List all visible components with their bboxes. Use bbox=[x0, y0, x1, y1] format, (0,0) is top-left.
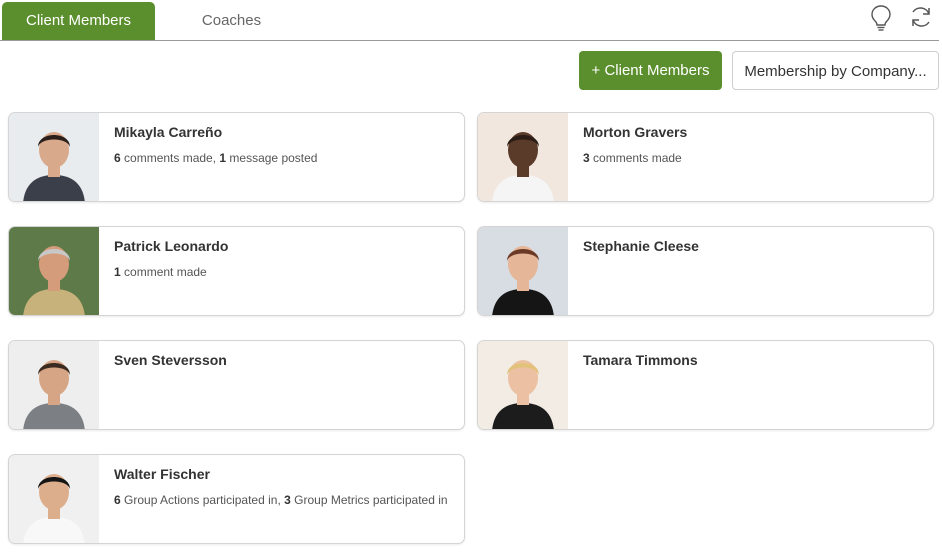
avatar bbox=[9, 227, 99, 315]
member-activity: 6 Group Actions participated in, 3 Group… bbox=[114, 493, 448, 507]
member-card[interactable]: Morton Gravers 3 comments made bbox=[477, 112, 934, 202]
tab-bar: Client Members Coaches bbox=[0, 0, 939, 41]
member-name: Mikayla Carreño bbox=[114, 124, 223, 140]
add-client-members-button[interactable]: + Client Members bbox=[579, 51, 722, 90]
activity-label: Group Metrics participated in bbox=[290, 493, 448, 507]
activity-label: comments made, bbox=[120, 151, 220, 165]
tab-coaches[interactable]: Coaches bbox=[170, 2, 293, 40]
activity-label: comment made bbox=[120, 265, 207, 279]
member-activity: 1 comment made bbox=[114, 265, 207, 279]
activity-label: Group Actions participated in, bbox=[120, 493, 285, 507]
member-name: Patrick Leonardo bbox=[114, 238, 229, 254]
activity-label: comments made bbox=[589, 151, 682, 165]
avatar bbox=[9, 341, 99, 429]
activity-count: 1 bbox=[114, 265, 121, 279]
avatar bbox=[478, 113, 568, 201]
member-name: Stephanie Cleese bbox=[583, 238, 699, 254]
tab-client-members[interactable]: Client Members bbox=[2, 2, 155, 40]
activity-count: 3 bbox=[284, 493, 291, 507]
member-card[interactable]: Tamara Timmons bbox=[477, 340, 934, 430]
activity-count: 3 bbox=[583, 151, 590, 165]
avatar bbox=[478, 227, 568, 315]
activity-count: 6 bbox=[114, 151, 121, 165]
member-name: Morton Gravers bbox=[583, 124, 688, 140]
membership-by-company-button[interactable]: Membership by Company... bbox=[732, 51, 939, 90]
member-card[interactable]: Mikayla Carreño 6 comments made, 1 messag… bbox=[8, 112, 465, 202]
member-name: Sven Steversson bbox=[114, 352, 227, 368]
activity-label: message posted bbox=[226, 151, 318, 165]
refresh-icon[interactable] bbox=[908, 4, 932, 30]
activity-count: 6 bbox=[114, 493, 121, 507]
member-card[interactable]: Walter Fischer 6 Group Actions participat… bbox=[8, 454, 465, 544]
member-card[interactable]: Stephanie Cleese bbox=[477, 226, 934, 316]
member-name: Tamara Timmons bbox=[583, 352, 698, 368]
member-activity: 3 comments made bbox=[583, 151, 682, 165]
member-name: Walter Fischer bbox=[114, 466, 210, 482]
lightbulb-icon[interactable] bbox=[869, 4, 893, 31]
avatar bbox=[9, 455, 99, 543]
member-card[interactable]: Patrick Leonardo 1 comment made bbox=[8, 226, 465, 316]
member-card[interactable]: Sven Steversson bbox=[8, 340, 465, 430]
member-activity: 6 comments made, 1 message posted bbox=[114, 151, 317, 165]
avatar bbox=[478, 341, 568, 429]
avatar bbox=[9, 113, 99, 201]
